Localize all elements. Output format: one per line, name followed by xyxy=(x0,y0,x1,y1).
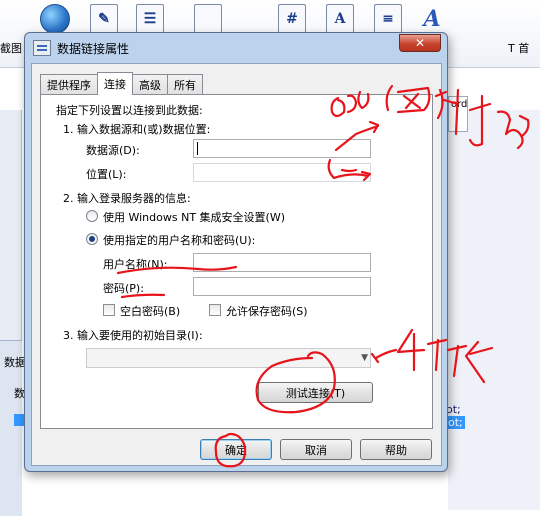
location-input[interactable] xyxy=(193,163,371,182)
bg-code-text-selected: ot; xyxy=(446,416,465,429)
ok-button[interactable]: 确定 xyxy=(200,439,272,460)
document-lines-icon[interactable]: ≡ xyxy=(374,4,402,34)
datasource-label: 数据源(D): xyxy=(86,144,140,157)
test-connection-button[interactable]: 测试连接(T) xyxy=(258,382,373,403)
document-edit-icon[interactable]: ✎ xyxy=(90,4,118,34)
radio-windows-nt-label[interactable]: 使用 Windows NT 集成安全设置(W) xyxy=(103,209,285,225)
bg-ribbon-label-right: T 首 xyxy=(508,42,530,55)
connection-panel: 指定下列设置以连接到此数据: 1. 输入数据源和(或)数据位置: 数据源(D):… xyxy=(40,94,433,429)
tab-strip: 提供程序 连接 高级 所有 xyxy=(40,72,203,95)
username-label: 用户名称(N): xyxy=(103,258,168,271)
password-label: 密码(P): xyxy=(103,282,144,295)
bg-left-selection xyxy=(14,414,24,426)
blank-password-checkbox[interactable] xyxy=(103,304,115,316)
text-box-icon[interactable]: A xyxy=(326,4,354,34)
chevron-down-icon[interactable]: ▼ xyxy=(361,353,368,363)
tab-advanced[interactable]: 高级 xyxy=(132,74,168,95)
document-blank-icon[interactable] xyxy=(194,4,222,34)
data-link-properties-dialog: 数据链接属性 ✕ 提供程序 连接 高级 所有 指定下列设置以连接到此数据: 1.… xyxy=(24,32,448,472)
step2-heading: 2. 输入登录服务器的信息: xyxy=(63,192,191,205)
save-password-checkbox[interactable] xyxy=(209,304,221,316)
tab-provider[interactable]: 提供程序 xyxy=(40,74,98,95)
help-button[interactable]: 帮助 xyxy=(360,439,432,460)
close-icon: ✕ xyxy=(414,36,426,50)
radio-specific-credentials[interactable] xyxy=(86,233,98,245)
font-style-icon[interactable]: A xyxy=(418,4,446,34)
radio-specific-label[interactable]: 使用指定的用户名称和密码(U): xyxy=(103,232,255,248)
save-password-label[interactable]: 允许保存密码(S) xyxy=(226,303,308,319)
bg-code-text: ot; xyxy=(446,403,461,416)
data-link-icon xyxy=(33,40,51,56)
text-caret xyxy=(197,142,198,155)
bg-ribbon-label: 截图 xyxy=(0,42,22,55)
location-label: 位置(L): xyxy=(86,168,127,181)
tab-all[interactable]: 所有 xyxy=(167,74,203,95)
cancel-button[interactable]: 取消 xyxy=(280,439,352,460)
instruction-text: 指定下列设置以连接到此数据: xyxy=(56,104,203,117)
dialog-client: 提供程序 连接 高级 所有 指定下列设置以连接到此数据: 1. 输入数据源和(或… xyxy=(31,63,442,466)
username-input[interactable] xyxy=(193,253,371,272)
hash-document-icon[interactable]: # xyxy=(278,4,306,34)
bg-right-panel xyxy=(448,110,540,510)
radio-windows-nt-security[interactable] xyxy=(86,210,98,222)
dialog-title: 数据链接属性 xyxy=(57,41,130,56)
password-input[interactable] xyxy=(193,277,371,296)
initial-catalog-combo[interactable]: ▼ xyxy=(86,348,371,368)
step1-heading: 1. 输入数据源和(或)数据位置: xyxy=(63,123,211,136)
datasource-input[interactable] xyxy=(193,139,371,158)
globe-icon[interactable] xyxy=(40,4,70,34)
document-list-icon[interactable]: ☰ xyxy=(136,4,164,34)
bg-right-top-box: ord xyxy=(448,96,468,132)
dialog-titlebar[interactable]: 数据链接属性 ✕ xyxy=(25,33,447,63)
tab-connection[interactable]: 连接 xyxy=(97,72,133,95)
close-button[interactable]: ✕ xyxy=(399,34,441,52)
step3-heading: 3. 输入要使用的初始目录(I): xyxy=(63,329,203,342)
bg-left-panel-label: 数据 xyxy=(4,356,26,369)
blank-password-label[interactable]: 空白密码(B) xyxy=(120,303,180,319)
